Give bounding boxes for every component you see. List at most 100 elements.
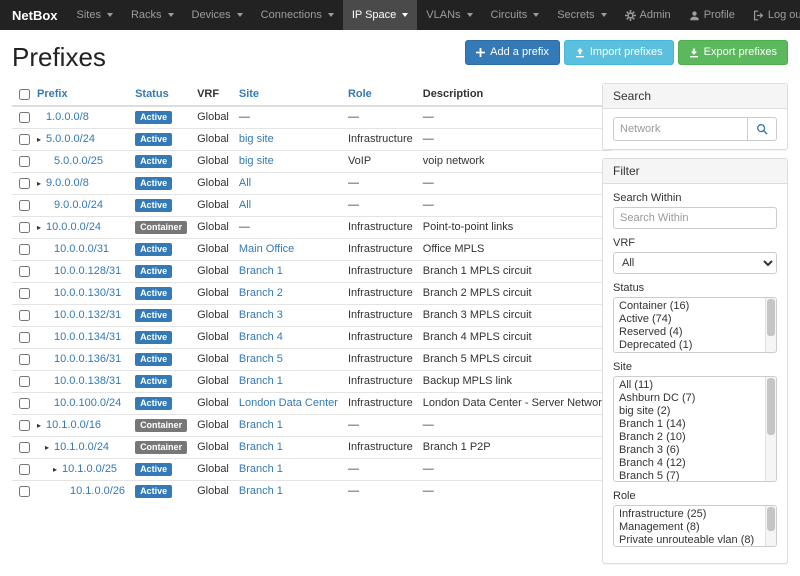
expand-caret-icon[interactable]: ▸ <box>37 133 46 146</box>
row-checkbox[interactable] <box>19 288 30 299</box>
site-link[interactable]: Branch 1 <box>239 375 283 387</box>
row-checkbox[interactable] <box>19 420 30 431</box>
listbox-option[interactable]: Container (16) <box>615 300 762 313</box>
site-link[interactable]: Branch 1 <box>239 485 283 497</box>
nav-item-connections[interactable]: Connections <box>252 0 343 30</box>
search-button[interactable] <box>747 117 777 141</box>
row-checkbox[interactable] <box>19 442 30 453</box>
row-checkbox[interactable] <box>19 222 30 233</box>
site-link[interactable]: All <box>239 177 251 189</box>
vrf-select[interactable]: All <box>613 252 777 274</box>
row-checkbox[interactable] <box>19 376 30 387</box>
site-link[interactable]: Branch 1 <box>239 419 283 431</box>
prefix-link[interactable]: 10.0.0.134/31 <box>54 331 121 343</box>
prefix-link[interactable]: 5.0.0.0/25 <box>54 155 103 167</box>
site-link[interactable]: All <box>239 199 251 211</box>
site-listbox[interactable]: All (11)Ashburn DC (7)big site (2)Branch… <box>613 376 777 482</box>
nav-item-devices[interactable]: Devices <box>183 0 252 30</box>
prefix-link[interactable]: 10.0.0.132/31 <box>54 309 121 321</box>
select-all-checkbox[interactable] <box>19 89 30 100</box>
scrollbar[interactable] <box>765 506 776 546</box>
listbox-option[interactable]: Ashburn DC (7) <box>615 392 762 405</box>
listbox-option[interactable]: Branch 3 (6) <box>615 444 762 457</box>
listbox-option[interactable]: Management (8) <box>615 521 762 534</box>
row-checkbox[interactable] <box>19 398 30 409</box>
import-prefixes-button[interactable]: Import prefixes <box>564 40 674 65</box>
site-link[interactable]: Branch 1 <box>239 265 283 277</box>
prefix-link[interactable]: 10.0.100.0/24 <box>54 397 121 409</box>
row-checkbox[interactable] <box>19 332 30 343</box>
row-checkbox[interactable] <box>19 112 30 123</box>
brand[interactable]: NetBox <box>8 0 68 30</box>
expand-caret-icon[interactable]: ▸ <box>37 419 46 432</box>
nav-item-sites[interactable]: Sites <box>68 0 122 30</box>
listbox-option[interactable]: Active (74) <box>615 313 762 326</box>
column-header-site[interactable]: Site <box>234 83 343 106</box>
role-listbox[interactable]: Infrastructure (25)Management (8)Private… <box>613 505 777 547</box>
site-link[interactable]: Branch 1 <box>239 463 283 475</box>
listbox-option[interactable]: All (11) <box>615 379 762 392</box>
prefix-link[interactable]: 10.0.0.0/31 <box>54 243 109 255</box>
prefix-link[interactable]: 10.0.0.128/31 <box>54 265 121 277</box>
prefix-link[interactable]: 10.1.0.0/26 <box>70 485 125 497</box>
prefix-link[interactable]: 5.0.0.0/24 <box>46 133 95 145</box>
listbox-option[interactable]: Branch 1 (14) <box>615 418 762 431</box>
prefix-link[interactable]: 10.0.0.136/31 <box>54 353 121 365</box>
listbox-option[interactable]: Private unrouteable vlan (8) <box>615 534 762 547</box>
expand-caret-icon[interactable]: ▸ <box>37 221 46 234</box>
row-checkbox[interactable] <box>19 244 30 255</box>
listbox-option[interactable]: big site (2) <box>615 405 762 418</box>
prefix-link[interactable]: 10.0.0.138/31 <box>54 375 121 387</box>
row-checkbox[interactable] <box>19 178 30 189</box>
row-checkbox[interactable] <box>19 310 30 321</box>
site-link[interactable]: Branch 2 <box>239 287 283 299</box>
scrollbar[interactable] <box>765 298 776 352</box>
site-link[interactable]: Branch 5 <box>239 353 283 365</box>
nav-logout-link[interactable]: Log out <box>744 0 800 30</box>
expand-caret-icon[interactable]: ▸ <box>45 441 54 454</box>
add-prefix-button[interactable]: Add a prefix <box>465 40 560 65</box>
nav-admin-link[interactable]: Admin <box>616 0 680 30</box>
nav-profile-link[interactable]: Profile <box>680 0 744 30</box>
row-checkbox[interactable] <box>19 200 30 211</box>
prefix-link[interactable]: 10.1.0.0/24 <box>54 441 109 453</box>
site-link[interactable]: Main Office <box>239 243 294 255</box>
search-input[interactable] <box>613 117 747 141</box>
site-link[interactable]: big site <box>239 155 274 167</box>
site-link[interactable]: Branch 1 <box>239 441 283 453</box>
nav-item-vlans[interactable]: VLANs <box>417 0 481 30</box>
row-checkbox[interactable] <box>19 134 30 145</box>
row-checkbox[interactable] <box>19 486 30 497</box>
site-link[interactable]: London Data Center <box>239 397 338 409</box>
search-within-input[interactable] <box>613 207 777 229</box>
prefix-link[interactable]: 9.0.0.0/24 <box>54 199 103 211</box>
nav-item-secrets[interactable]: Secrets <box>548 0 615 30</box>
prefix-link[interactable]: 10.1.0.0/16 <box>46 419 101 431</box>
prefix-link[interactable]: 9.0.0.0/8 <box>46 177 89 189</box>
prefix-link[interactable]: 10.0.0.0/24 <box>46 221 101 233</box>
listbox-option[interactable]: Branch 2 (10) <box>615 431 762 444</box>
status-listbox[interactable]: Container (16)Active (74)Reserved (4)Dep… <box>613 297 777 353</box>
column-header-status[interactable]: Status <box>130 83 192 106</box>
listbox-option[interactable]: Branch 4 (12) <box>615 457 762 470</box>
listbox-option[interactable]: Reserved (4) <box>615 326 762 339</box>
listbox-option[interactable]: Branch 5 (7) <box>615 470 762 482</box>
listbox-option[interactable]: Deprecated (1) <box>615 339 762 352</box>
expand-caret-icon[interactable]: ▸ <box>37 177 46 190</box>
nav-item-racks[interactable]: Racks <box>122 0 183 30</box>
prefix-link[interactable]: 10.1.0.0/25 <box>62 463 117 475</box>
nav-item-ip-space[interactable]: IP Space <box>343 0 417 30</box>
row-checkbox[interactable] <box>19 354 30 365</box>
site-link[interactable]: Branch 3 <box>239 309 283 321</box>
expand-caret-icon[interactable]: ▸ <box>53 463 62 476</box>
nav-item-circuits[interactable]: Circuits <box>482 0 549 30</box>
row-checkbox[interactable] <box>19 464 30 475</box>
prefix-link[interactable]: 10.0.0.130/31 <box>54 287 121 299</box>
scrollbar[interactable] <box>765 377 776 481</box>
site-link[interactable]: Branch 4 <box>239 331 283 343</box>
column-header-role[interactable]: Role <box>343 83 418 106</box>
site-link[interactable]: big site <box>239 133 274 145</box>
column-header-prefix[interactable]: Prefix <box>32 83 130 106</box>
listbox-option[interactable]: Infrastructure (25) <box>615 508 762 521</box>
row-checkbox[interactable] <box>19 156 30 167</box>
